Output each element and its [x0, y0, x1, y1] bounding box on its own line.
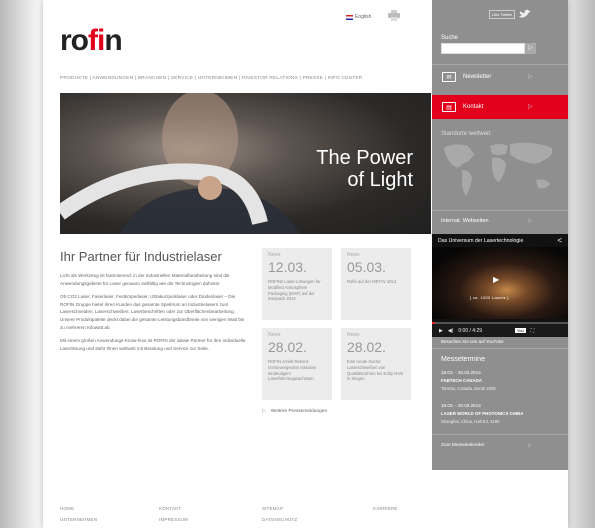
event-calendar-link[interactable]: Zum Messekalender	[441, 443, 484, 448]
hero-banner: The Power of Light	[60, 93, 431, 234]
contact-card-icon: ▤	[442, 102, 456, 112]
search-label: Suche	[441, 35, 459, 41]
intro-paragraph: Mit einem großen Anwendungs-Know-how ist…	[60, 338, 246, 351]
play-icon[interactable]: ▶	[493, 275, 499, 284]
share-icon[interactable]: <	[557, 236, 562, 245]
news-date: 28.02.	[347, 339, 386, 355]
news-card[interactable]: News 12.03. ROFINs Laser-Lösungen für Mo…	[262, 248, 332, 320]
arrow-right-icon: ▷	[528, 443, 532, 449]
play-button[interactable]: ▶	[439, 328, 443, 334]
print-icon[interactable]	[388, 10, 400, 21]
divider	[432, 348, 568, 349]
arrow-right-icon: ▷	[528, 74, 533, 80]
world-map-icon[interactable]	[440, 140, 562, 202]
news-date: 05.03.	[347, 259, 386, 275]
flag-icon	[346, 14, 353, 20]
video-caption: [ ca. 1000 Lasers ]	[470, 295, 509, 300]
video-title: Das Universum der Lasertechnologie	[438, 238, 524, 244]
video-controls: ▶ ◀) 0:00 / 4:29 You ⛶	[432, 324, 568, 337]
news-card[interactable]: News 28.02. ROFIN erzielt Rekord-Vorsteu…	[262, 328, 332, 400]
social-like-button[interactable]: Like Twitter	[489, 9, 516, 19]
divider	[432, 434, 568, 435]
international-websites-link[interactable]: Internat. Webseiten	[441, 218, 489, 224]
sidebar: Like Twitter Suche ▷ ✉ Newsletter ▷ ▤ Ko…	[432, 0, 568, 470]
intro-text: Licht als Werkzeug ist faszinierend: in …	[60, 272, 246, 358]
more-news-link[interactable]: ▷ Weitere Pressemeldungen	[262, 409, 327, 414]
arrow-right-icon: ▷	[262, 409, 266, 414]
footer-link-sitemap[interactable]: SITEMAP	[262, 506, 283, 511]
rofin-logo[interactable]: rofin	[60, 24, 123, 58]
main-column: rofin English PRODUKTE | ANWENDUNGEN | B…	[43, 0, 431, 528]
news-card[interactable]: News 28.02. Eine runde Sache: Laserschwe…	[341, 328, 411, 400]
page-title: Ihr Partner für Industrielaser	[60, 249, 222, 264]
event-title[interactable]: LASER WORLD OF PHOTONICS CHINA	[441, 411, 523, 416]
video-thumbnail	[432, 247, 568, 319]
video-time: 0:00 / 4:29	[458, 327, 483, 334]
contact-label: Kontakt	[463, 104, 484, 110]
envelope-icon: ✉	[442, 72, 456, 82]
youtube-link[interactable]: Besuchen Sie uns auf YouTube	[441, 339, 504, 344]
hero-headline-line1: The Power	[316, 147, 413, 169]
event-title[interactable]: FABTECH CANADA	[441, 378, 482, 383]
news-text: ROFINs Laser-Lösungen für Modified Atmos…	[268, 279, 321, 302]
event-date: 18.03. - 20.03.2014	[441, 403, 481, 408]
event-location: Shanghai, China, Hall E3, 3180	[441, 419, 500, 424]
video-player[interactable]: Das Universum der Lasertechnologie < ▶ […	[432, 234, 568, 337]
news-label: News	[347, 252, 360, 258]
newsletter-link[interactable]: ✉ Newsletter ▷	[432, 65, 568, 89]
news-label: News	[347, 332, 360, 338]
language-switch[interactable]: English	[346, 14, 371, 20]
hero-headline-line2: of Light	[347, 169, 413, 191]
news-date: 12.03.	[268, 259, 307, 275]
news-text: ROFIN erzielt Rekord-Vorsteuergewinn ink…	[268, 359, 317, 382]
newsletter-label: Newsletter	[463, 74, 492, 80]
fullscreen-icon[interactable]: ⛶	[531, 328, 535, 334]
event-location: Toronto, Canada, Booth 2005	[441, 386, 496, 391]
social-links: Like Twitter	[489, 9, 532, 19]
news-card[interactable]: News 05.03. Rofin auf der METAV 2014	[341, 248, 411, 320]
intro-paragraph: Licht als Werkzeug ist faszinierend: in …	[60, 273, 230, 286]
footer-link-careers[interactable]: KARRIERE	[373, 506, 398, 511]
news-label: News	[268, 332, 281, 338]
divider	[432, 210, 568, 211]
page: rofin English PRODUKTE | ANWENDUNGEN | B…	[43, 0, 568, 528]
news-text: Rofin auf der METAV 2014	[347, 279, 397, 284]
footer-link-privacy[interactable]: DATENSCHUTZ	[262, 517, 297, 522]
event-date: 18.03. - 20.03.2014	[441, 370, 481, 375]
volume-icon[interactable]: ◀)	[448, 328, 454, 334]
language-label: English	[355, 14, 372, 20]
search-submit-button[interactable]: ▷	[525, 43, 536, 54]
arrow-right-icon: ▷	[528, 218, 533, 224]
footer-link-contact[interactable]: KONTAKT	[159, 506, 181, 511]
news-date: 28.02.	[268, 339, 307, 355]
youtube-logo-icon[interactable]: You	[515, 328, 526, 333]
footer-link-company[interactable]: UNTERNEHMEN	[60, 517, 97, 522]
arrow-right-icon: ▷	[528, 104, 533, 110]
intro-paragraph: Ob CO2 Laser, Faserlaser, Festkörperlase…	[60, 294, 245, 330]
events-title: Messetermine	[441, 356, 485, 363]
search-input[interactable]	[441, 43, 525, 54]
main-navigation[interactable]: PRODUKTE | ANWENDUNGEN | BRANCHEN | SERV…	[60, 76, 362, 81]
locations-label: Standorte weltweit:	[441, 131, 492, 137]
news-text: Eine runde Sache: Laserschweißen von Qua…	[347, 359, 404, 382]
footer-link-home[interactable]: HOME	[60, 506, 74, 511]
footer-link-imprint[interactable]: IMPRESSUM	[159, 517, 188, 522]
news-label: News	[268, 252, 281, 258]
contact-link[interactable]: ▤ Kontakt ▷	[432, 95, 568, 119]
twitter-icon[interactable]	[518, 9, 532, 19]
